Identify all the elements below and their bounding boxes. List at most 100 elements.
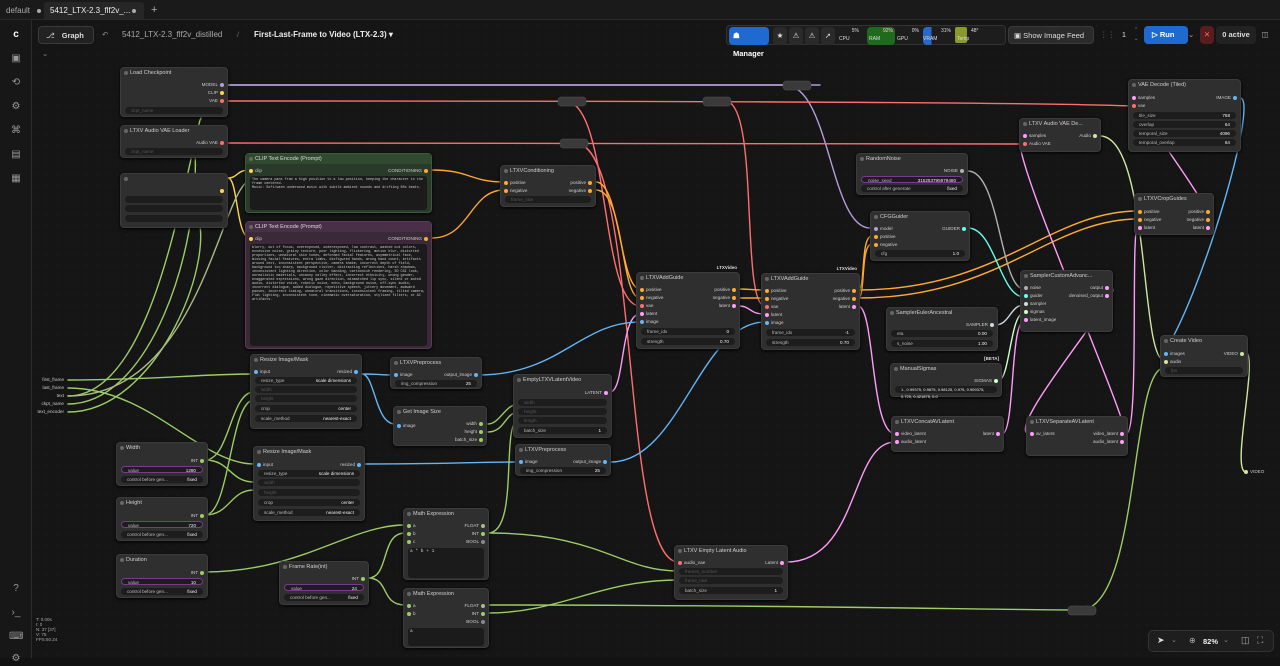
workflow-breadcrumb[interactable]: 5412_LTX-2.3_flf2v_distilled [122, 26, 222, 44]
input-latent[interactable]: latent [1138, 224, 1155, 231]
output-resized[interactable]: resized [337, 368, 358, 375]
input-sampler[interactable]: sampler [1024, 300, 1046, 307]
batch-size-widget[interactable]: batch_size 1 [679, 587, 783, 594]
run-options-chevron-icon[interactable]: ⌄ [1188, 26, 1198, 44]
input-b[interactable]: b [407, 530, 416, 537]
output-conditioning[interactable]: CONDITIONING [388, 235, 428, 242]
output-negative[interactable]: negative [713, 294, 736, 301]
height-widget[interactable]: height [518, 408, 607, 415]
node-ltxv-preprocess-1[interactable]: LTXVPreprocess image output_image img_co… [390, 357, 482, 389]
input-positive[interactable]: positive [874, 233, 896, 240]
frames-number-widget[interactable]: frames_number [679, 568, 783, 575]
input-guider[interactable]: guider [1024, 292, 1043, 299]
input-negative[interactable]: negative [640, 294, 663, 301]
undo-icon[interactable]: ↶ [102, 26, 108, 44]
input-positive[interactable]: positive [640, 286, 662, 293]
input-audio-vae[interactable]: audio_vae [678, 559, 705, 566]
output-latent[interactable]: latent [983, 430, 1000, 437]
node-clip-text-encode-positive[interactable]: CLIP Text Encode (Prompt) clip CONDITION… [245, 153, 432, 213]
output-int[interactable]: INT [472, 610, 485, 617]
node-ltxv-add-guide-1[interactable]: LTXVAddGuide LTXVideo positive negative … [636, 265, 740, 349]
input-clip[interactable]: clip [249, 235, 262, 242]
output-video-latent[interactable]: video_latent [1093, 430, 1124, 437]
resize-type-widget[interactable]: resize_type scale dimensions [258, 470, 360, 477]
device-widget[interactable] [125, 215, 223, 222]
output-sigmas[interactable]: SIGMAS [974, 377, 998, 384]
output-negative[interactable]: negative [833, 295, 856, 302]
input-vae[interactable]: vae [765, 303, 778, 310]
puzzle-icon[interactable]: ⚠ [789, 27, 803, 45]
node-ltxv-empty-latent-audio[interactable]: LTXV Empty Latent Audio audio_vae Latent… [674, 545, 788, 600]
node-ltxv-separate-av-latent[interactable]: LTXVSeparateAVLatent av_latent video_lat… [1026, 416, 1128, 456]
output-latent[interactable]: latent [719, 302, 736, 309]
node-get-image-size[interactable]: Get Image Size image width height batch_… [393, 406, 487, 446]
pointer-icon[interactable]: ➤ [1157, 635, 1165, 646]
input-text[interactable]: text [36, 392, 64, 399]
expression-textarea[interactable]: a * b + 1 [408, 548, 484, 578]
chevron-down-icon[interactable]: ⌄ [1171, 636, 1177, 644]
node-ltxv-crop-guides[interactable]: LTXVCropGuides positive negative latent … [1134, 193, 1214, 235]
show-image-feed-button[interactable]: ▣ Show Image Feed [1008, 26, 1094, 44]
tile-size-widget[interactable]: tile_size 768 [1133, 112, 1236, 119]
output-positive[interactable]: positive [714, 286, 736, 293]
output-image[interactable]: output_image [573, 458, 607, 465]
ckpt-name-widget[interactable] [125, 205, 223, 212]
input-negative[interactable]: negative [874, 241, 897, 248]
input-samples[interactable]: samples [1023, 132, 1046, 139]
width-widget[interactable]: width [255, 386, 357, 393]
node-ltxv-preprocess-2[interactable]: LTXVPreprocess image output_image img_co… [515, 444, 611, 476]
node-frame-rate[interactable]: Frame Rate(int) INT value 24 control befo… [279, 561, 369, 605]
share-icon[interactable]: ➚ [821, 27, 835, 45]
frame-rate-widget[interactable]: frame_rate [679, 577, 783, 584]
node-resize-image-2[interactable]: Resize Image/Mask input resized resize_t… [253, 446, 365, 521]
output-vae[interactable]: VAE [209, 97, 224, 104]
input-audio[interactable]: audio [1164, 358, 1181, 365]
output-bool[interactable]: BOOL [466, 618, 485, 625]
strength-widget[interactable]: strength 0.70 [641, 338, 735, 345]
width-widget[interactable]: width [518, 399, 607, 406]
input-audio-latent[interactable]: audio_latent [895, 438, 926, 445]
input-a[interactable]: a [407, 522, 416, 529]
input-latent[interactable]: latent [640, 310, 657, 317]
value-widget[interactable]: value 10 [121, 578, 203, 585]
expression-textarea[interactable]: a [408, 628, 484, 646]
node-math-expression-1[interactable]: Math Expression a b c FLOAT INT BOOL a *… [403, 508, 489, 580]
input-latent-image[interactable]: latent_image [1024, 316, 1056, 323]
sigmas-widget[interactable]: 1., 0.99375, 0.9875, 0.98125, 0.975, 0.9… [895, 386, 997, 399]
zoom-icon[interactable]: ⊕ [1189, 636, 1196, 645]
output-image[interactable]: output_image [444, 371, 478, 378]
node-width[interactable]: Width INT value 1280 control before gen..… [116, 442, 208, 486]
output-int[interactable]: INT [191, 569, 204, 576]
input-negative[interactable]: negative [1138, 216, 1161, 223]
input-images[interactable]: images [1164, 350, 1185, 357]
node-vae-decode-tiled[interactable]: VAE Decode (Tiled) samples vae IMAGE til… [1128, 79, 1241, 152]
output-negative[interactable]: negative [1187, 216, 1210, 223]
input-samples[interactable]: samples [1132, 94, 1155, 101]
control-widget[interactable]: control before gen... fixed [121, 588, 203, 595]
input-negative[interactable]: negative [765, 295, 788, 302]
input-latent[interactable]: latent [765, 311, 782, 318]
output-sampler[interactable]: SAMPLER [966, 321, 994, 328]
output-positive[interactable]: positive [570, 179, 592, 186]
node-duration[interactable]: Duration INT value 10 control before gen.… [116, 554, 208, 598]
node-create-video[interactable]: Create Video images audio VIDEO fps [1160, 335, 1248, 377]
output-video[interactable]: VIDEO [1224, 350, 1244, 357]
output-positive[interactable]: positive [834, 287, 856, 294]
temporal-size-widget[interactable]: temporal_size 4096 [1133, 130, 1236, 137]
input-model[interactable]: model [874, 225, 893, 232]
output-float[interactable]: FLOAT [465, 602, 485, 609]
input-noise[interactable]: noise [1024, 284, 1041, 291]
output-denoised[interactable]: denoised_output [1069, 292, 1109, 299]
output-positive[interactable]: positive [1188, 208, 1210, 215]
node-empty-ltxv-latent-video[interactable]: EmptyLTXVLatentVideo LATENT width height… [513, 374, 612, 438]
output-audio-vae[interactable]: Audio VAE [196, 139, 224, 146]
input-b[interactable]: b [407, 610, 416, 617]
node-ltxv-concat-av-latent[interactable]: LTXVConcatAVLatent video_latent audio_la… [891, 416, 1004, 452]
output-model[interactable]: MODEL [202, 81, 224, 88]
frame-rate-widget[interactable]: frame_rate [505, 196, 591, 203]
output-image[interactable]: IMAGE [1216, 94, 1237, 101]
input-image[interactable]: image [397, 422, 416, 429]
fit-view-icon[interactable]: ⛶ [1257, 635, 1263, 646]
prompt-textarea[interactable]: The camera pans from a high position to … [250, 176, 427, 210]
batch-size-widget[interactable]: batch_size 1 [518, 427, 607, 434]
